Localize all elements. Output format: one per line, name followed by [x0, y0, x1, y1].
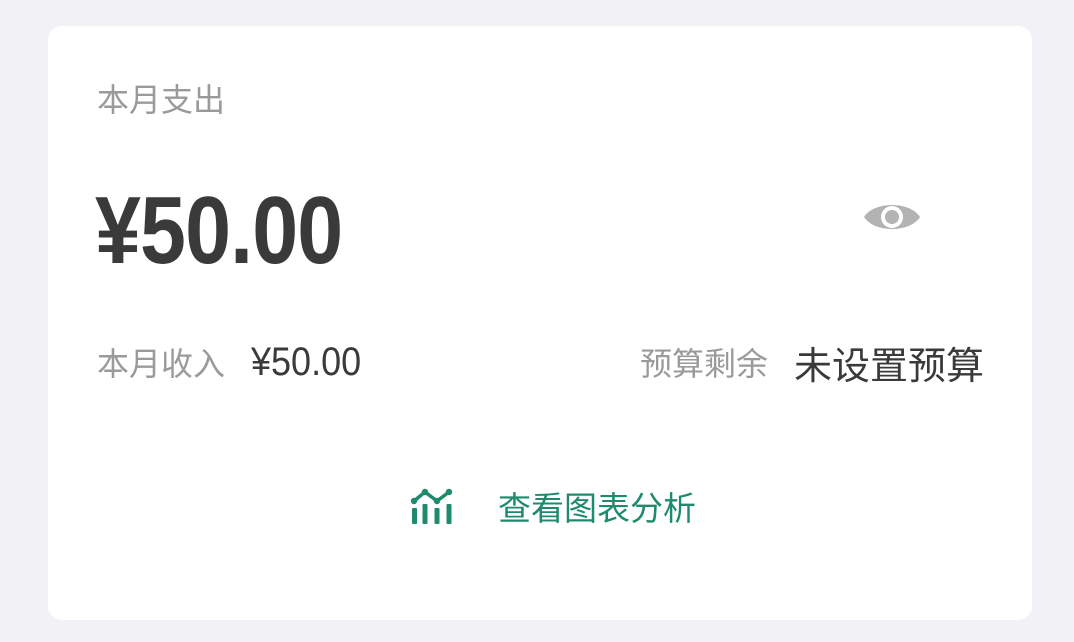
- month-income-label: 本月收入: [97, 345, 226, 383]
- budget-remaining-label: 预算剩余: [639, 345, 768, 383]
- view-chart-analysis-label: 查看图表分析: [498, 489, 696, 528]
- monthly-summary-card: 本月支出 ¥50.00 本月收入 ¥50.00 预算剩余 未设置预算 查看图表分…: [48, 26, 1032, 620]
- budget-remaining-row: 预算剩余 未设置预算: [639, 340, 984, 388]
- month-expense-amount: ¥50.00: [95, 177, 343, 284]
- budget-remaining-value: 未设置预算: [793, 343, 984, 388]
- month-income-amount: ¥50.00: [251, 339, 362, 384]
- month-expense-label: 本月支出: [97, 81, 226, 119]
- toggle-amount-visibility-button[interactable]: [858, 192, 926, 246]
- eye-icon: [862, 197, 922, 241]
- month-income-row: 本月收入 ¥50.00: [97, 340, 373, 384]
- view-chart-analysis-link[interactable]: 查看图表分析: [408, 484, 696, 528]
- bar-chart-icon: [408, 484, 456, 528]
